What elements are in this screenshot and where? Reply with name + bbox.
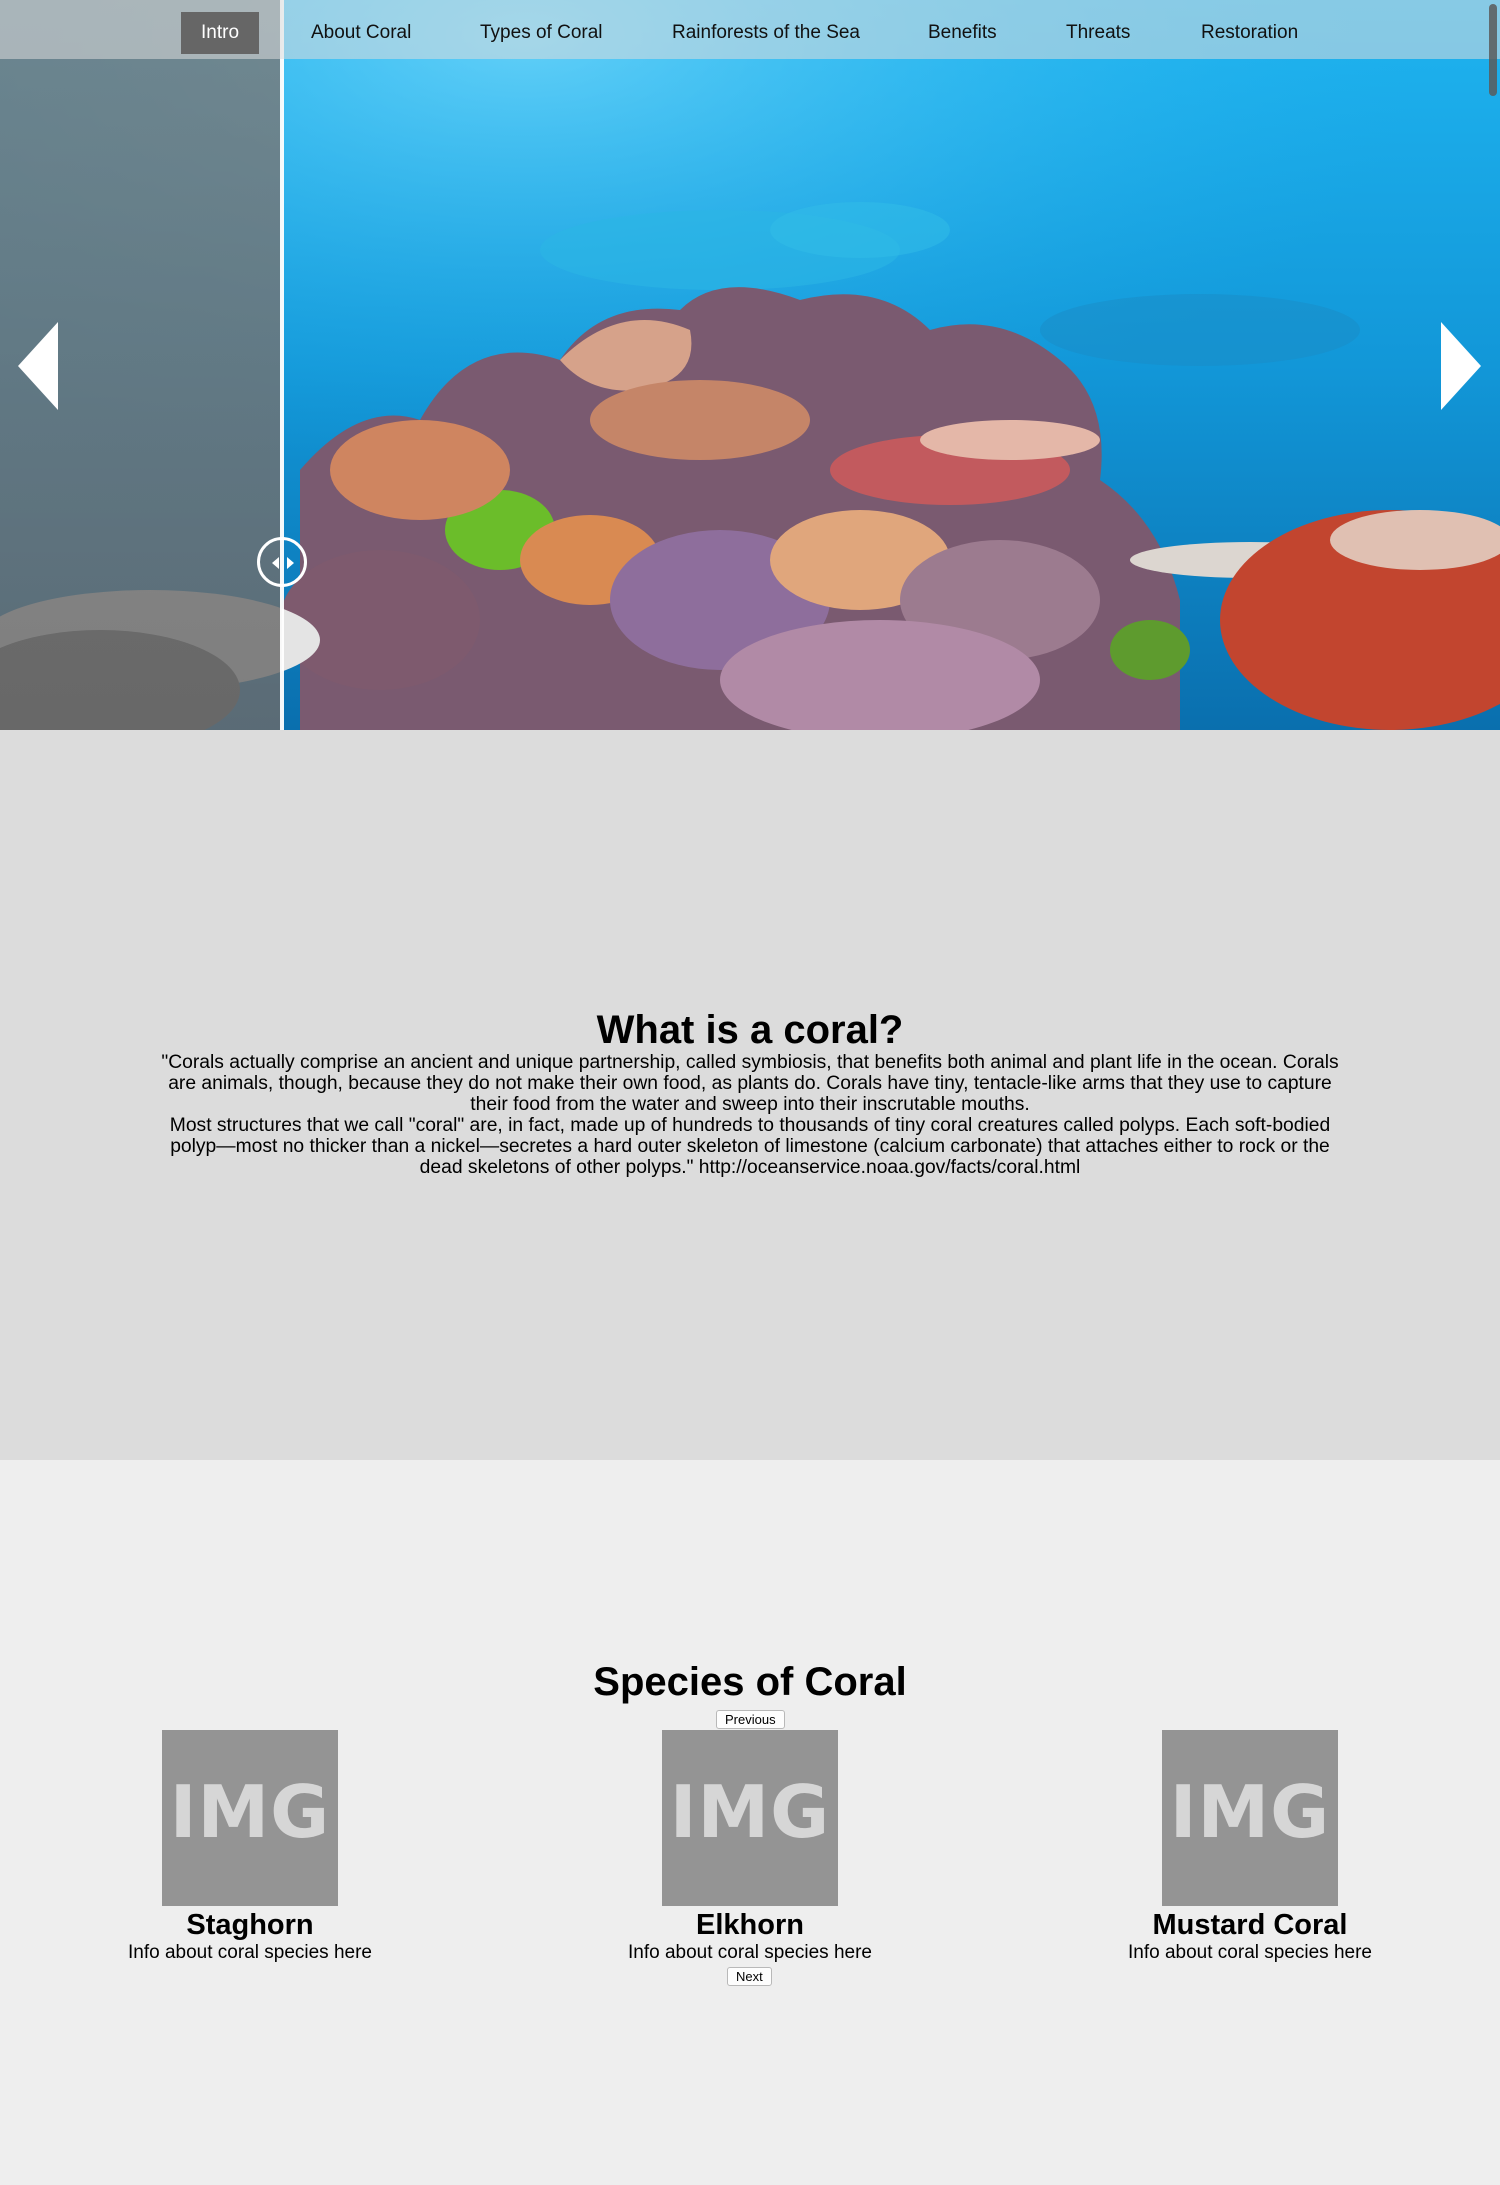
species-title: Species of Coral: [593, 1660, 907, 1704]
about-title: What is a coral?: [596, 1008, 904, 1052]
nav-item-about-coral[interactable]: About Coral: [311, 12, 411, 54]
about-paragraph-1: "Corals actually comprise an ancient and…: [161, 1052, 1339, 1115]
previous-button[interactable]: Previous: [716, 1710, 785, 1729]
nav-item-intro[interactable]: Intro: [181, 12, 260, 54]
hero-image-compare: [0, 0, 1500, 730]
compare-divider[interactable]: [280, 0, 284, 730]
image-placeholder: IMG: [662, 1730, 838, 1906]
image-placeholder-label: IMG: [669, 1770, 831, 1854]
about-paragraph-2: Most structures that we call "coral" are…: [169, 1115, 1331, 1178]
image-placeholder: IMG: [162, 1730, 338, 1906]
species-info: Info about coral species here: [1128, 1942, 1372, 1963]
nav-item-restoration[interactable]: Restoration: [1201, 12, 1298, 54]
next-button[interactable]: Next: [727, 1967, 772, 1986]
image-placeholder: IMG: [1162, 1730, 1338, 1906]
triangle-right-icon[interactable]: [1441, 322, 1481, 410]
species-section: Species of Coral Previous IMG Staghorn I…: [0, 1460, 1500, 2185]
about-section: What is a coral? "Corals actually compri…: [0, 730, 1500, 1460]
species-info: Info about coral species here: [628, 1942, 872, 1963]
species-name: Elkhorn: [696, 1909, 804, 1941]
species-card-mustard-coral: IMG Mustard Coral Info about coral speci…: [1000, 1730, 1500, 1964]
species-name: Mustard Coral: [1152, 1909, 1348, 1941]
species-card-staghorn: IMG Staghorn Info about coral species he…: [0, 1730, 500, 1964]
compare-slider-icon[interactable]: [257, 537, 307, 587]
nav-item-rainforests-of-the-sea[interactable]: Rainforests of the Sea: [672, 12, 860, 54]
nav-item-threats[interactable]: Threats: [1066, 12, 1130, 54]
nav-item-benefits[interactable]: Benefits: [928, 12, 997, 54]
image-placeholder-label: IMG: [1169, 1770, 1331, 1854]
hero-scrollbar-thumb[interactable]: [1489, 4, 1497, 96]
image-placeholder-label: IMG: [169, 1770, 331, 1854]
triangle-left-icon[interactable]: [18, 322, 58, 410]
caret-right-icon: [287, 557, 294, 569]
nav-item-types-of-coral[interactable]: Types of Coral: [480, 12, 603, 54]
species-name: Staghorn: [186, 1909, 314, 1941]
species-info: Info about coral species here: [128, 1942, 372, 1963]
species-card-elkhorn: IMG Elkhorn Info about coral species her…: [500, 1730, 1000, 1964]
caret-left-icon: [272, 557, 279, 569]
top-navigation: Intro About Coral Types of Coral Rainfor…: [0, 0, 1500, 59]
